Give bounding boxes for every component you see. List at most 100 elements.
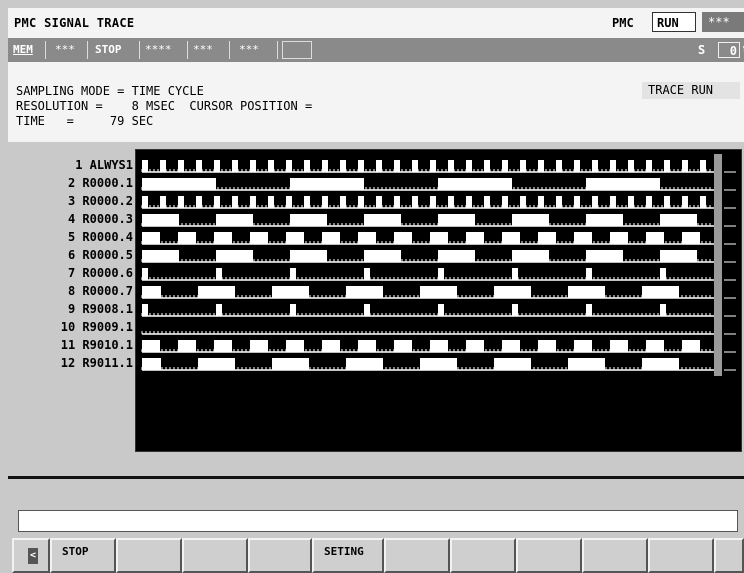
softkey-2-button[interactable] bbox=[116, 538, 182, 573]
signal-waveform bbox=[141, 304, 714, 317]
signal-high-segment bbox=[160, 160, 166, 172]
signal-high-segment bbox=[290, 250, 327, 262]
signal-high-segment bbox=[358, 232, 376, 244]
signal-waveform bbox=[141, 286, 714, 299]
signal-high-segment bbox=[574, 232, 592, 244]
signal-trace-display[interactable] bbox=[135, 149, 742, 452]
signal-high-segment bbox=[682, 232, 700, 244]
signal-label: 4 R0000.3 bbox=[60, 212, 133, 226]
signal-high-segment bbox=[700, 160, 706, 172]
signal-high-segment bbox=[664, 160, 670, 172]
softkey-return-button[interactable]: < bbox=[12, 538, 50, 573]
softkey-9-button[interactable] bbox=[582, 538, 648, 573]
softkey-8-button[interactable] bbox=[516, 538, 582, 573]
signal-label: 8 R0000.7 bbox=[60, 284, 133, 298]
signal-high-segment bbox=[142, 196, 148, 208]
signal-high-segment bbox=[178, 160, 184, 172]
signal-high-segment bbox=[142, 178, 216, 190]
signal-high-segment bbox=[412, 160, 418, 172]
sampling-mode-line: SAMPLING MODE = TIME CYCLE bbox=[16, 84, 204, 98]
signal-high-segment bbox=[512, 304, 518, 316]
signal-high-segment bbox=[394, 232, 412, 244]
status-bar: MEM *** STOP **** *** *** S 0 % bbox=[8, 38, 744, 63]
status-field-4: *** bbox=[236, 41, 278, 59]
signal-high-segment bbox=[198, 286, 235, 298]
signal-high-segment bbox=[340, 196, 346, 208]
signal-high-segment bbox=[484, 196, 490, 208]
softkey-7-button[interactable] bbox=[450, 538, 516, 573]
signal-high-segment bbox=[484, 160, 490, 172]
signal-high-segment bbox=[646, 196, 652, 208]
signal-high-segment bbox=[700, 196, 706, 208]
signal-high-segment bbox=[250, 340, 268, 352]
softkey-3-button[interactable] bbox=[182, 538, 248, 573]
signal-high-segment bbox=[286, 340, 304, 352]
signal-high-segment bbox=[438, 304, 444, 316]
trace-cursor[interactable] bbox=[714, 154, 722, 376]
status-stop: STOP bbox=[92, 41, 140, 59]
signal-high-segment bbox=[358, 340, 376, 352]
soft-key-bar: < STOP SETING bbox=[8, 536, 744, 573]
signal-high-segment bbox=[430, 160, 436, 172]
resolution-line: RESOLUTION = 8 MSEC CURSOR POSITION = bbox=[16, 99, 313, 113]
signal-high-segment bbox=[322, 160, 328, 172]
signal-high-segment bbox=[466, 232, 484, 244]
signal-label: 9 R9008.1 bbox=[60, 302, 133, 316]
signal-high-segment bbox=[394, 196, 400, 208]
signal-high-segment bbox=[466, 196, 472, 208]
signal-waveform bbox=[141, 268, 714, 281]
signal-high-segment bbox=[358, 196, 364, 208]
status-field-3: *** bbox=[190, 41, 230, 59]
signal-high-segment bbox=[642, 286, 679, 298]
signal-high-segment bbox=[628, 196, 634, 208]
signal-waveform bbox=[141, 340, 714, 353]
signal-high-segment bbox=[646, 340, 664, 352]
signal-high-segment bbox=[346, 286, 383, 298]
signal-high-segment bbox=[430, 232, 448, 244]
signal-label: 2 R0000.1 bbox=[60, 176, 133, 190]
softkey-stop-button[interactable]: STOP bbox=[50, 538, 116, 573]
signal-high-segment bbox=[290, 178, 364, 190]
signal-high-segment bbox=[216, 304, 222, 316]
softkey-4-button[interactable] bbox=[248, 538, 312, 573]
signal-high-segment bbox=[142, 250, 179, 262]
signal-high-segment bbox=[586, 268, 592, 280]
signal-high-segment bbox=[214, 232, 232, 244]
status-field-2: **** bbox=[142, 41, 188, 59]
signal-high-segment bbox=[364, 268, 370, 280]
key-input-line[interactable] bbox=[18, 510, 738, 532]
signal-high-segment bbox=[438, 250, 475, 262]
signal-high-segment bbox=[438, 214, 475, 226]
signal-high-segment bbox=[160, 196, 166, 208]
signal-high-segment bbox=[178, 340, 196, 352]
signal-high-segment bbox=[250, 196, 256, 208]
signal-high-segment bbox=[502, 196, 508, 208]
signal-high-segment bbox=[304, 160, 310, 172]
signal-high-segment bbox=[628, 160, 634, 172]
signal-high-segment bbox=[142, 232, 160, 244]
softkey-seting-button[interactable]: SETING bbox=[312, 538, 384, 573]
signal-high-segment bbox=[376, 160, 382, 172]
signal-high-segment bbox=[142, 160, 148, 172]
arrow-left-icon: < bbox=[28, 548, 38, 564]
softkey-next-button[interactable] bbox=[714, 538, 744, 573]
signal-high-segment bbox=[214, 196, 220, 208]
signal-high-segment bbox=[340, 160, 346, 172]
signal-high-segment bbox=[520, 160, 526, 172]
signal-high-segment bbox=[286, 196, 292, 208]
pmc-label: PMC bbox=[612, 16, 634, 30]
signal-high-segment bbox=[660, 304, 666, 316]
softkey-6-button[interactable] bbox=[384, 538, 450, 573]
signal-label: 7 R0000.6 bbox=[60, 266, 133, 280]
signal-high-segment bbox=[430, 196, 436, 208]
softkey-10-button[interactable] bbox=[648, 538, 714, 573]
signal-waveform bbox=[141, 331, 714, 335]
signal-high-segment bbox=[196, 160, 202, 172]
signal-label: 3 R0000.2 bbox=[60, 194, 133, 208]
signal-high-segment bbox=[610, 232, 628, 244]
signal-high-segment bbox=[430, 340, 448, 352]
signal-high-segment bbox=[646, 232, 664, 244]
signal-high-segment bbox=[592, 196, 598, 208]
signal-high-segment bbox=[502, 232, 520, 244]
signal-high-segment bbox=[574, 196, 580, 208]
